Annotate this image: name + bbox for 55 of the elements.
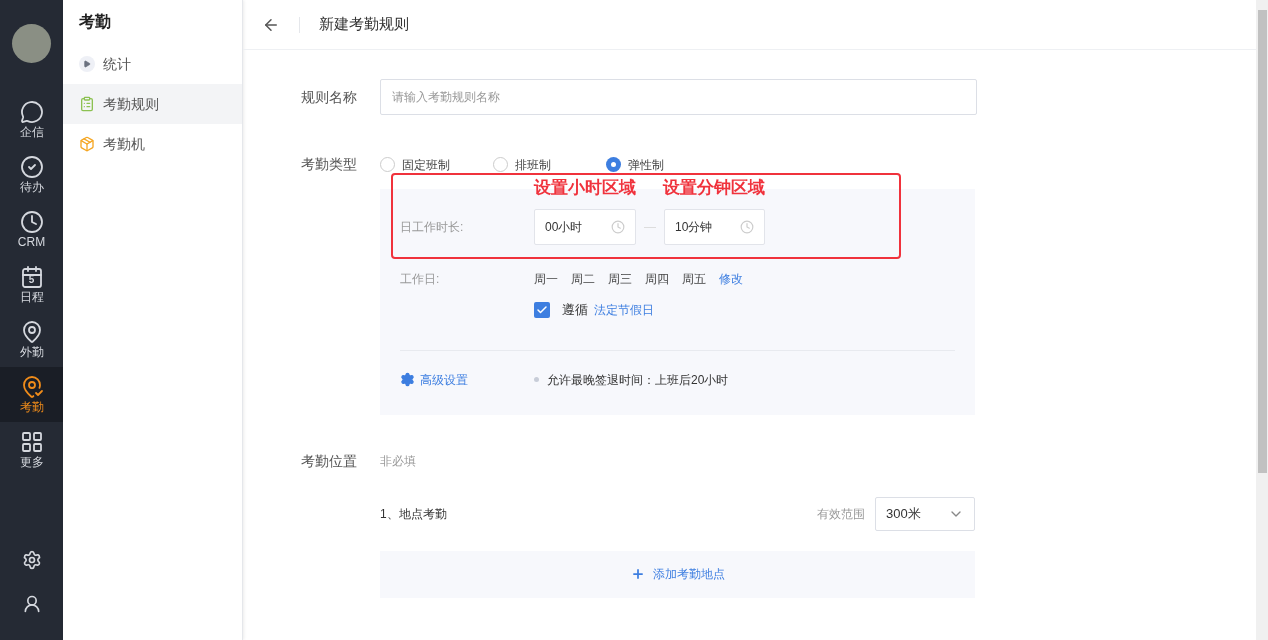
range-select[interactable]: 300米 <box>875 496 975 531</box>
plus-icon <box>630 567 645 581</box>
rail-item[interactable]: 更多 <box>0 422 63 477</box>
scrollbar[interactable] <box>1256 0 1268 640</box>
clock-icon <box>611 220 625 234</box>
weekday-label: 周一 <box>534 271 558 288</box>
clock-icon <box>740 220 754 234</box>
field-label: 考勤类型 <box>301 155 358 174</box>
gear-icon <box>400 372 415 387</box>
minutes-picker[interactable]: 10分钟 <box>664 209 765 245</box>
submenu-item[interactable]: 统计 <box>63 44 242 84</box>
range-label: 有效范围 <box>817 505 865 523</box>
rail-item[interactable]: 待办 <box>0 147 63 202</box>
rail-item[interactable]: 考勤 <box>0 367 63 422</box>
hours-picker[interactable]: 00小时 <box>534 209 636 245</box>
grid-icon <box>19 430 44 454</box>
hint-text: 非必填 <box>380 453 416 470</box>
weekday-label: 周五 <box>682 271 706 288</box>
rail-item[interactable]: CRM <box>0 202 63 257</box>
field-label: 工作日: <box>400 271 441 288</box>
check-circle-icon <box>19 155 44 179</box>
submenu-title: 考勤 <box>78 12 112 32</box>
weekday-label: 周三 <box>608 271 632 288</box>
field-label: 考勤位置 <box>301 451 358 471</box>
edit-link[interactable]: 修改 <box>719 270 743 288</box>
clock-icon <box>19 210 44 234</box>
advanced-note: 允许最晚签退时间：上班后20小时 <box>547 371 729 389</box>
radio-option[interactable]: 排班制 <box>493 155 606 174</box>
chat-bubble-icon <box>19 100 44 124</box>
page-title: 新建考勤规则 <box>319 14 409 35</box>
add-location-button[interactable]: 添加考勤地点 <box>380 550 975 598</box>
rail-item[interactable]: 外勤 <box>0 312 63 367</box>
check-icon <box>536 303 548 316</box>
checkbox-label: 遵循 <box>562 301 588 319</box>
user-list-icon[interactable] <box>21 594 42 614</box>
holiday-checkbox[interactable] <box>534 301 550 318</box>
submenu-item[interactable]: 考勤规则 <box>63 84 242 124</box>
annotation-label: 设置分钟区域 <box>663 177 765 199</box>
rule-name-input[interactable]: 请输入考勤规则名称 <box>380 79 977 115</box>
box-icon <box>79 136 95 152</box>
radio-option[interactable]: 固定班制 <box>380 155 493 174</box>
field-label: 日工作时长: <box>400 219 465 236</box>
holiday-link[interactable]: 法定节假日 <box>594 300 654 319</box>
avatar[interactable] <box>12 24 51 63</box>
settings-icon[interactable] <box>21 550 42 570</box>
location-item: 1、地点考勤 <box>380 505 447 523</box>
field-label: 规则名称 <box>301 87 358 107</box>
rail-item[interactable]: 企信 <box>0 92 63 147</box>
weekday-label: 周四 <box>645 271 669 288</box>
weekday-label: 周二 <box>571 271 595 288</box>
advanced-settings-link[interactable]: 高级设置 <box>400 370 534 389</box>
submenu-item[interactable]: 考勤机 <box>63 124 242 164</box>
annotation-label: 设置小时区域 <box>534 177 636 199</box>
radio-option[interactable]: 弹性制 <box>606 155 719 174</box>
clipboard-icon <box>79 96 95 112</box>
